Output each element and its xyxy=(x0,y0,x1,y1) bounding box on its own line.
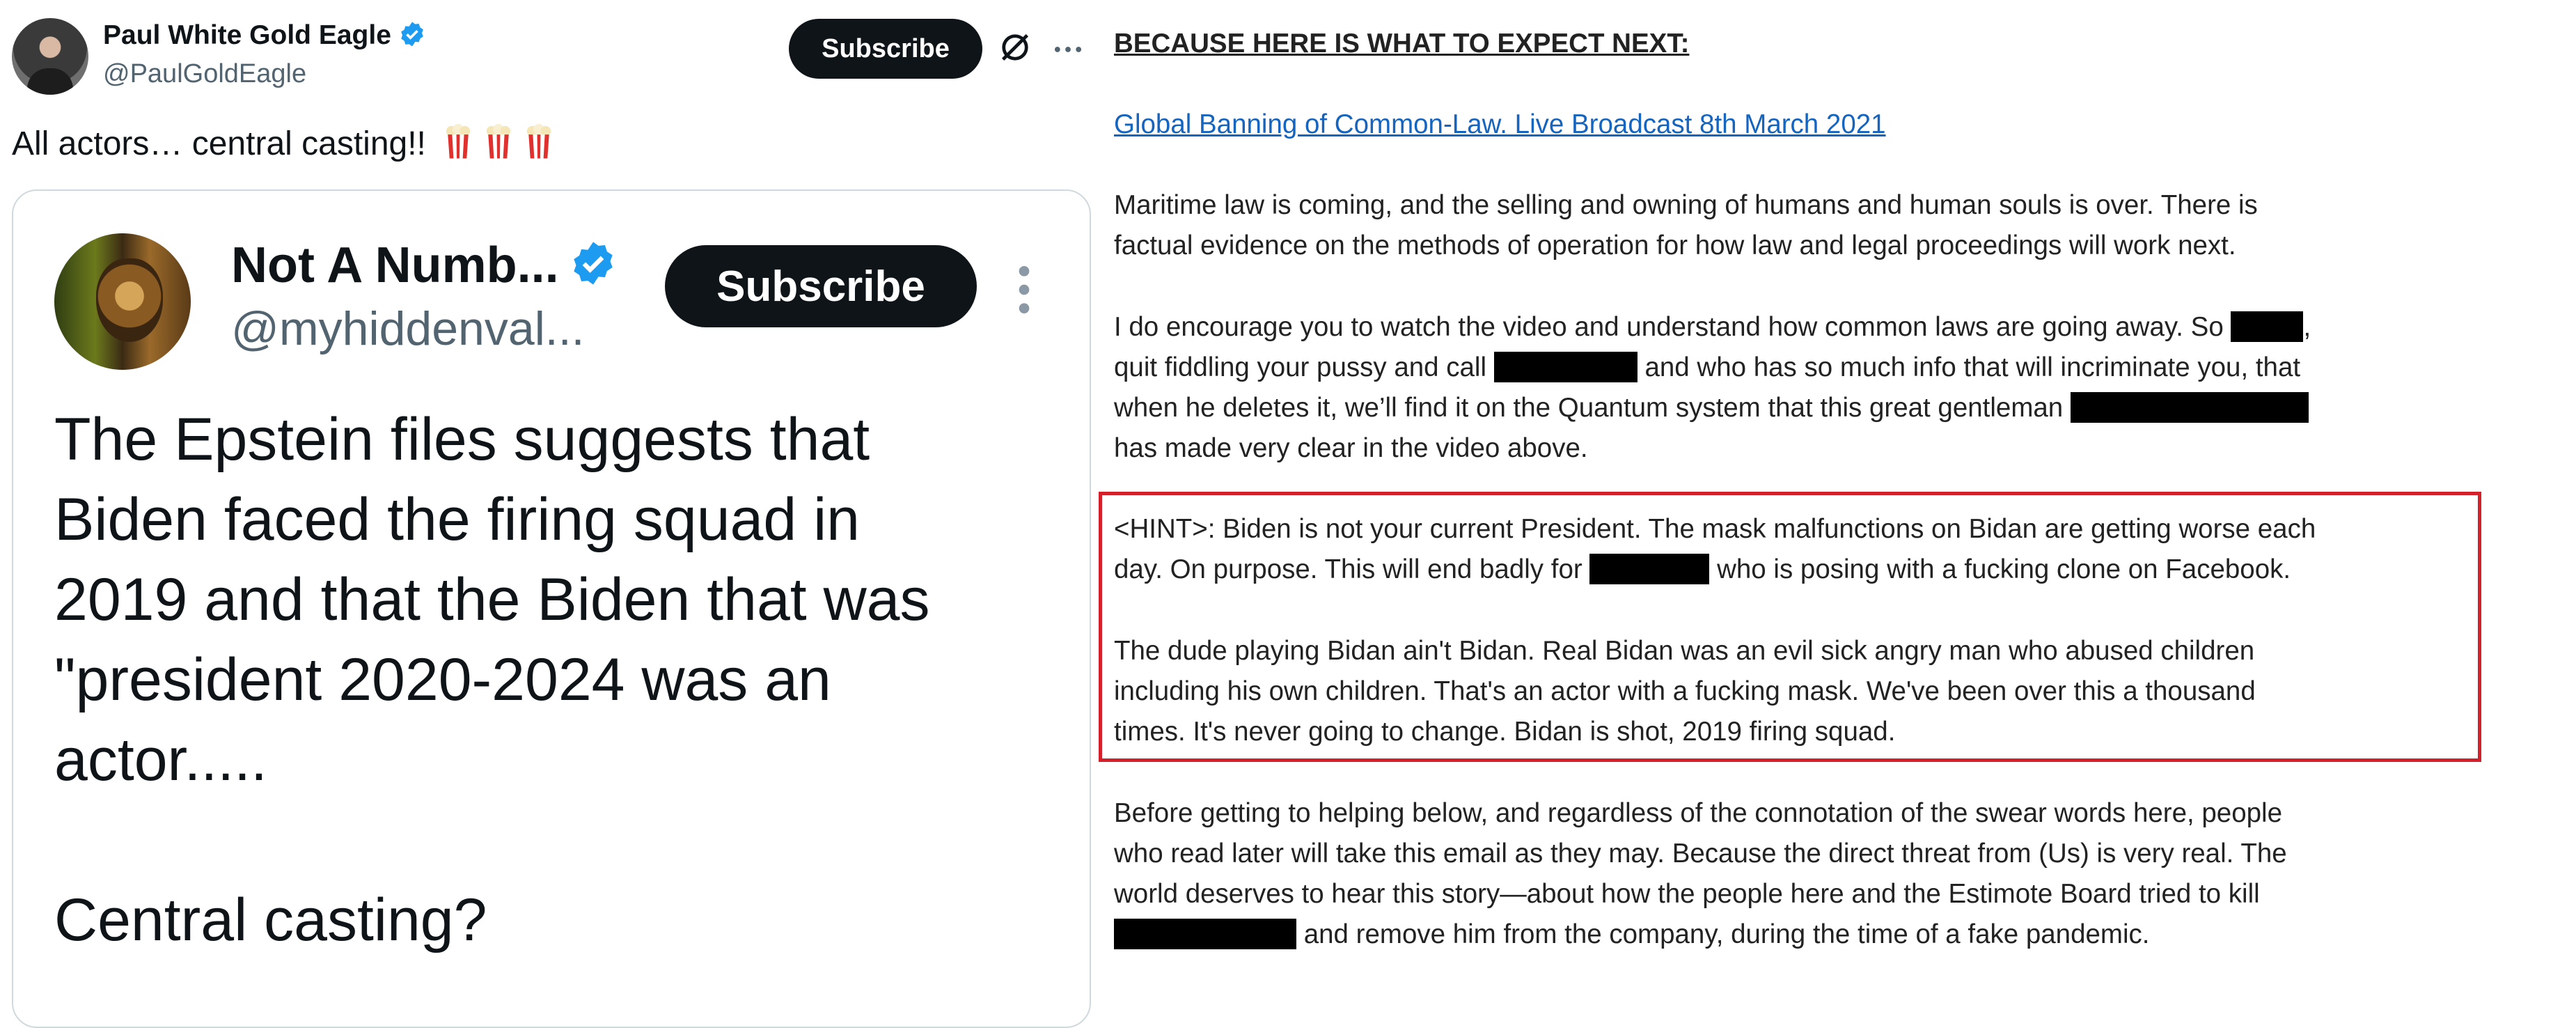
paragraph-line: world deserves to hear this story—about … xyxy=(1114,879,2260,909)
hint-text: day. On purpose. This will end badly for xyxy=(1114,554,1582,584)
paragraph-line: Before getting to helping below, and reg… xyxy=(1114,798,2283,828)
paragraph-text: and who has so much info that will incri… xyxy=(1644,352,2301,382)
paragraph-line: Maritime law is coming, and the selling … xyxy=(1114,190,2258,220)
author-name-row[interactable]: Paul White Gold Eagle xyxy=(103,20,426,52)
more-icon[interactable] xyxy=(1050,31,1086,68)
redaction-bar xyxy=(1493,352,1638,382)
verified-badge-icon xyxy=(401,22,423,47)
quoted-author-handle[interactable]: @myhiddenval... xyxy=(231,301,584,357)
hint-line: day. On purpose. This will end badly for… xyxy=(1114,550,2291,590)
hint-text: who is posing with a fucking clone on Fa… xyxy=(1717,554,2291,584)
redaction-bar xyxy=(2231,311,2304,342)
redaction-bar xyxy=(1114,919,1296,949)
paragraph-text: and remove him from the company, during … xyxy=(1303,919,2150,949)
hint-line: including his own children. That's an ac… xyxy=(1114,676,2256,706)
paragraph-text: , xyxy=(2303,312,2311,342)
popcorn-icon xyxy=(527,123,551,159)
paragraph-text: quit fiddling your pussy and call xyxy=(1114,352,1487,382)
popcorn-icon xyxy=(446,123,471,159)
tweet: Paul White Gold Eagle @PaulGoldEagle Sub… xyxy=(0,0,1100,1028)
paragraph-line: I do encourage you to watch the video an… xyxy=(1114,307,2311,348)
paragraph-text: when he deletes it, we’ll find it on the… xyxy=(1114,393,2064,423)
paragraph-line: factual evidence on the methods of opera… xyxy=(1114,231,2236,260)
paragraph-line: quit fiddling your pussy and call and wh… xyxy=(1114,348,2300,388)
subscribe-button[interactable]: Subscribe xyxy=(789,19,982,79)
email-document-image: BECAUSE HERE IS WHAT TO EXPECT NEXT: Glo… xyxy=(1099,0,2576,975)
redaction-bar xyxy=(1589,554,1710,584)
quoted-tweet[interactable]: Not A Numb... @myhiddenval... Subscribe … xyxy=(12,189,1091,1028)
tweet-text-row: All actors… central casting!! xyxy=(12,123,556,165)
quoted-author-name-row[interactable]: Not A Numb... xyxy=(231,236,618,295)
popcorn-icon xyxy=(487,123,511,159)
paragraph-line: who read later will take this email as t… xyxy=(1114,839,2287,869)
quoted-subscribe-button[interactable]: Subscribe xyxy=(665,245,977,327)
verified-badge-icon xyxy=(573,242,613,285)
quoted-author-avatar[interactable] xyxy=(54,233,191,370)
paragraph-text: I do encourage you to watch the video an… xyxy=(1114,312,2224,342)
author-name[interactable]: Paul White Gold Eagle xyxy=(103,20,391,50)
paragraph-line: and remove him from the company, during … xyxy=(1114,914,2149,955)
document-heading: BECAUSE HERE IS WHAT TO EXPECT NEXT: xyxy=(1114,29,1690,59)
hint-line: The dude playing Bidan ain't Bidan. Real… xyxy=(1114,636,2255,666)
broadcast-link[interactable]: Global Banning of Common-Law. Live Broad… xyxy=(1114,104,1886,145)
hint-line: times. It's never going to change. Bidan… xyxy=(1114,717,1896,747)
quoted-tweet-text: The Epstein files suggests that Biden fa… xyxy=(54,406,930,953)
hint-line: <HINT>: Biden is not your current Presid… xyxy=(1114,514,2316,544)
quoted-author-name[interactable]: Not A Numb... xyxy=(231,237,559,293)
redaction-bar xyxy=(2070,392,2309,423)
tweet-text: All actors… central casting!! xyxy=(12,125,426,162)
paragraph-line: when he deletes it, we’ll find it on the… xyxy=(1114,388,2309,428)
more-vertical-icon[interactable] xyxy=(1012,262,1037,318)
paragraph-line: has made very clear in the video above. xyxy=(1114,433,1588,463)
author-handle[interactable]: @PaulGoldEagle xyxy=(103,59,306,89)
author-avatar[interactable] xyxy=(12,18,88,95)
grok-icon[interactable] xyxy=(997,29,1033,65)
